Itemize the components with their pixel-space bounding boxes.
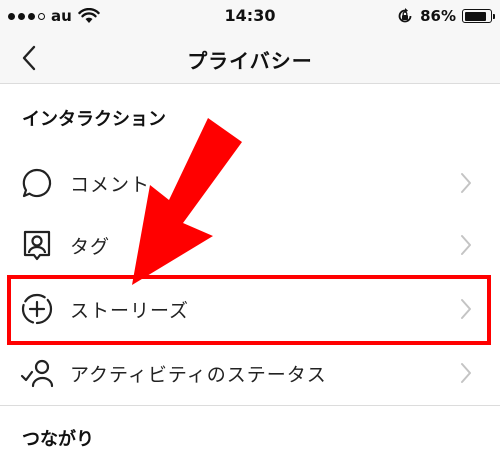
red-arrow-icon <box>132 118 242 285</box>
